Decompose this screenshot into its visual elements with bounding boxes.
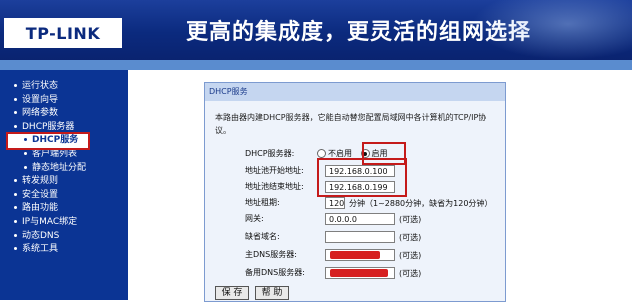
sidebar-item-system-tools[interactable]: 系统工具: [14, 243, 128, 257]
sidebar-item-label: 路由功能: [22, 203, 59, 214]
dns2-label: 备用DNS服务器:: [245, 268, 305, 277]
sidebar-item-dhcp-server[interactable]: DHCP服务器: [14, 121, 128, 135]
bullet-icon: [14, 247, 17, 251]
sidebar-item-label: 系统工具: [22, 244, 59, 255]
bullet-icon: [14, 84, 17, 87]
dns1-label: 主DNS服务器:: [245, 250, 297, 259]
sidebar-item-label: 运行状态: [22, 81, 59, 91]
bullet-icon: [14, 124, 17, 128]
bullet-icon: [24, 151, 27, 155]
tp-link-logo: TP-LINK: [4, 18, 122, 48]
sidebar-item-label: IP与MAC绑定: [22, 216, 78, 227]
dhcp-server-row: DHCP服务器:: [245, 147, 294, 161]
sidebar-item-label: 动态DNS: [22, 230, 60, 241]
end-ip-label: 地址池结束地址:: [245, 182, 304, 191]
gateway-hint: (可选): [399, 215, 422, 224]
dns2-hint: (可选): [399, 269, 422, 278]
gateway-label: 网关:: [245, 214, 264, 223]
sidebar-item-status[interactable]: 运行状态: [14, 80, 128, 94]
dns2-field[interactable]: [325, 267, 395, 279]
dhcp-server-label: DHCP服务器:: [245, 149, 295, 158]
bullet-icon: [14, 111, 17, 115]
header-decoration: [472, 0, 632, 60]
lease-label: 地址租期:: [245, 198, 280, 207]
redacted-mark: [330, 269, 388, 277]
sidebar-item-label: 设置向导: [22, 94, 59, 105]
start-ip-label: 地址池开始地址:: [245, 166, 304, 175]
radio-off-icon: [317, 149, 326, 158]
sidebar-item-security[interactable]: 安全设置: [14, 189, 128, 203]
lease-hint: 分钟（1~2880分钟，缺省为120分钟）: [349, 199, 493, 208]
domain-hint: (可选): [399, 233, 422, 242]
sidebar-item-label: 网络参数: [22, 108, 59, 119]
redacted-mark: [330, 251, 380, 259]
header-band: [0, 60, 632, 70]
bullet-icon: [24, 165, 27, 169]
radio-disable[interactable]: 不启用: [317, 149, 352, 158]
highlight-address-pool-box: [317, 158, 407, 197]
panel-description: 本路由器内建DHCP服务器，它能自动替您配置局域网中各计算机的TCP/IP协议。: [215, 113, 487, 135]
sidebar-item-ip-mac-binding[interactable]: IP与MAC绑定: [14, 216, 128, 230]
sidebar-item-client-list[interactable]: 客户端列表: [14, 148, 128, 162]
header-banner: TP-LINK 更高的集成度，更灵活的组网选择: [0, 0, 632, 60]
sidebar-item-static-address[interactable]: 静态地址分配: [14, 162, 128, 176]
sidebar-item-network[interactable]: 网络参数: [14, 107, 128, 121]
domain-field[interactable]: [325, 231, 395, 243]
bullet-icon: [14, 206, 17, 210]
bullet-icon: [14, 97, 17, 101]
sidebar-item-label: DHCP服务器: [22, 121, 75, 132]
gateway-field[interactable]: 0.0.0.0: [325, 213, 395, 225]
sidebar-item-label: DHCP服务: [32, 135, 79, 146]
sidebar-item-label: 安全设置: [22, 189, 59, 200]
bullet-icon: [14, 219, 17, 223]
sidebar-item-label: 转发规则: [22, 176, 59, 187]
sidebar-item-dhcp-service[interactable]: DHCP服务: [6, 132, 90, 150]
save-button[interactable]: 保 存: [215, 286, 249, 300]
radio-disable-label: 不启用: [328, 149, 352, 158]
panel-title: DHCP服务: [205, 83, 505, 101]
sidebar-item-ddns[interactable]: 动态DNS: [14, 230, 128, 244]
dns1-field[interactable]: [325, 249, 395, 261]
bullet-icon: [14, 233, 17, 237]
bullet-icon: [14, 192, 17, 196]
sidebar-item-setup-wizard[interactable]: 设置向导: [14, 94, 128, 108]
sidebar-item-routing[interactable]: 路由功能: [14, 202, 128, 216]
help-button[interactable]: 帮 助: [255, 286, 289, 300]
sidebar-item-forwarding[interactable]: 转发规则: [14, 175, 128, 189]
sidebar-item-label: 静态地址分配: [32, 162, 87, 173]
lease-field[interactable]: 120: [325, 197, 345, 209]
sidebar-menu: 运行状态 设置向导 网络参数 DHCP服务器 DHCP服务 客户端列表 静态地址…: [0, 70, 128, 300]
bullet-icon: [24, 138, 27, 142]
dhcp-settings-panel: DHCP服务 本路由器内建DHCP服务器，它能自动替您配置局域网中各计算机的TC…: [204, 82, 506, 302]
sidebar-item-label: 客户端列表: [32, 148, 78, 159]
domain-label: 缺省域名:: [245, 232, 280, 241]
dns1-hint: (可选): [399, 251, 422, 260]
bullet-icon: [14, 179, 17, 183]
